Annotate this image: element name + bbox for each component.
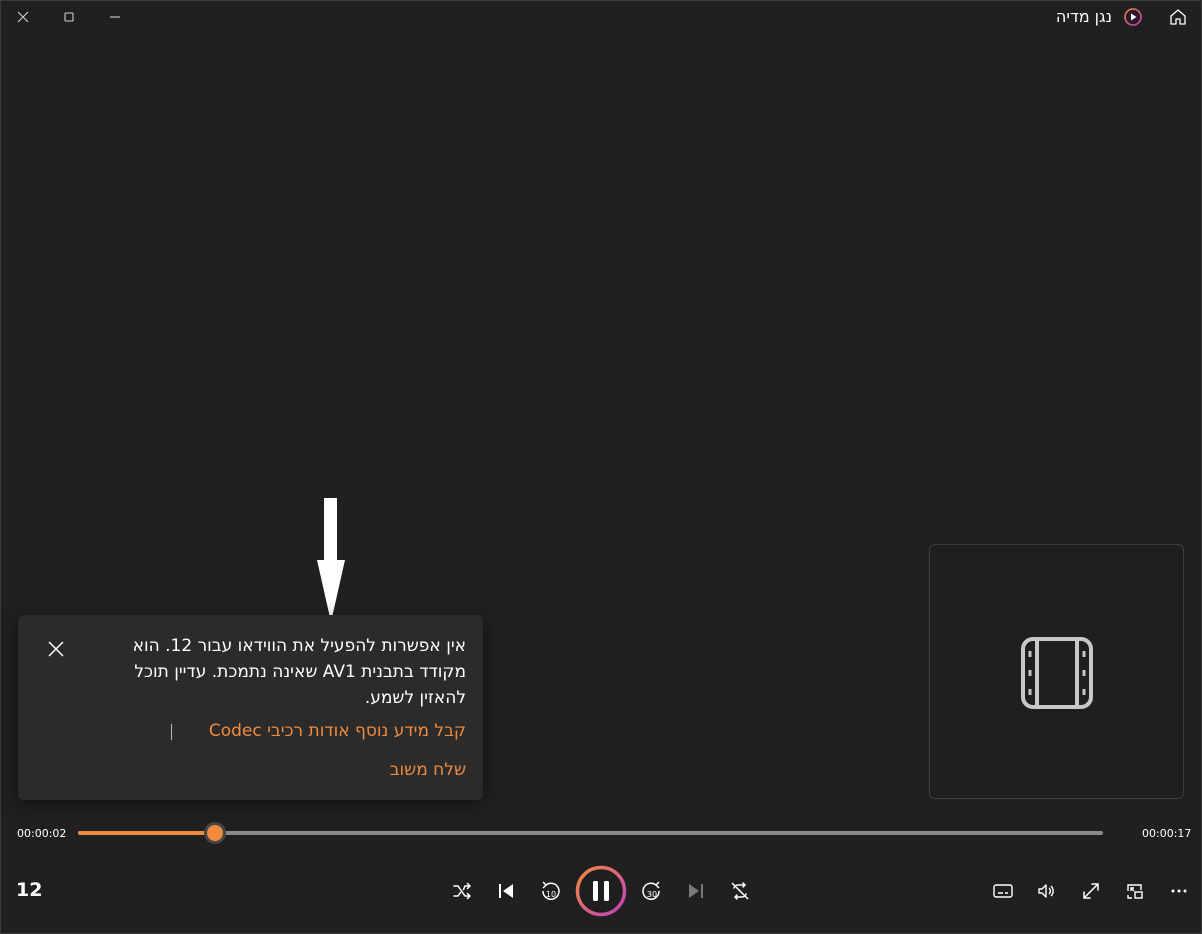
dismiss-notification-button[interactable] [46, 639, 66, 659]
home-icon [1170, 9, 1186, 25]
skip-back-10-button[interactable]: 10 [538, 879, 562, 903]
volume-button[interactable] [1035, 879, 1059, 903]
fullscreen-icon [1083, 883, 1099, 899]
more-options-button[interactable] [1167, 879, 1191, 903]
maximize-icon [64, 12, 74, 22]
annotation-arrow-icon [317, 498, 345, 622]
title-bar: נגן מדיה [0, 0, 1202, 34]
captions-icon [993, 884, 1013, 898]
repeat-button[interactable] [728, 879, 752, 903]
mini-player-icon [1127, 884, 1143, 899]
link-separator [171, 724, 172, 740]
mini-player-button[interactable] [1123, 879, 1147, 903]
volume-icon [1038, 884, 1054, 898]
send-feedback-link[interactable]: שלח משוב [390, 760, 466, 780]
captions-button[interactable] [991, 879, 1015, 903]
notification-message: אין אפשרות להפעיל את הווידאו עבור 12. הו… [132, 636, 466, 708]
maximize-window-button[interactable] [46, 0, 92, 34]
minimize-icon [110, 16, 120, 18]
codec-info-link[interactable]: קבל מידע נוסף אודות רכיבי Codec [209, 721, 466, 741]
media-player-logo-icon [1124, 8, 1142, 26]
skip-forward-30-icon: 30 [642, 881, 660, 900]
skip-back-label: 10 [546, 890, 556, 899]
next-button[interactable] [684, 879, 708, 903]
previous-icon [499, 884, 513, 898]
seek-bar-progress [78, 831, 216, 835]
home-button[interactable] [1168, 7, 1188, 27]
more-icon [1171, 889, 1187, 893]
close-icon [17, 11, 29, 23]
track-title[interactable]: 12 [16, 879, 42, 901]
next-icon [689, 884, 703, 898]
unsupported-codec-notification: אין אפשרות להפעיל את הווידאו עבור 12. הו… [18, 615, 483, 800]
shuffle-icon [453, 882, 471, 900]
shuffle-button[interactable] [450, 879, 474, 903]
skip-back-10-icon: 10 [542, 881, 560, 900]
fullscreen-button[interactable] [1079, 879, 1103, 903]
total-duration: 00:00:17 [1142, 827, 1192, 840]
close-window-button[interactable] [0, 0, 46, 34]
skip-forward-label: 30 [647, 890, 657, 899]
skip-forward-30-button[interactable]: 30 [640, 879, 664, 903]
close-icon [48, 641, 64, 657]
previous-button[interactable] [494, 879, 518, 903]
media-thumbnail[interactable] [929, 544, 1184, 799]
seek-bar[interactable] [78, 825, 1103, 841]
pause-icon [575, 865, 627, 917]
film-strip-icon [1021, 637, 1093, 709]
minimize-window-button[interactable] [92, 0, 138, 34]
repeat-off-icon [731, 882, 749, 900]
app-title: נגן מדיה [1055, 7, 1112, 26]
elapsed-time: 00:00:02 [17, 827, 67, 840]
pause-button[interactable] [575, 865, 627, 917]
